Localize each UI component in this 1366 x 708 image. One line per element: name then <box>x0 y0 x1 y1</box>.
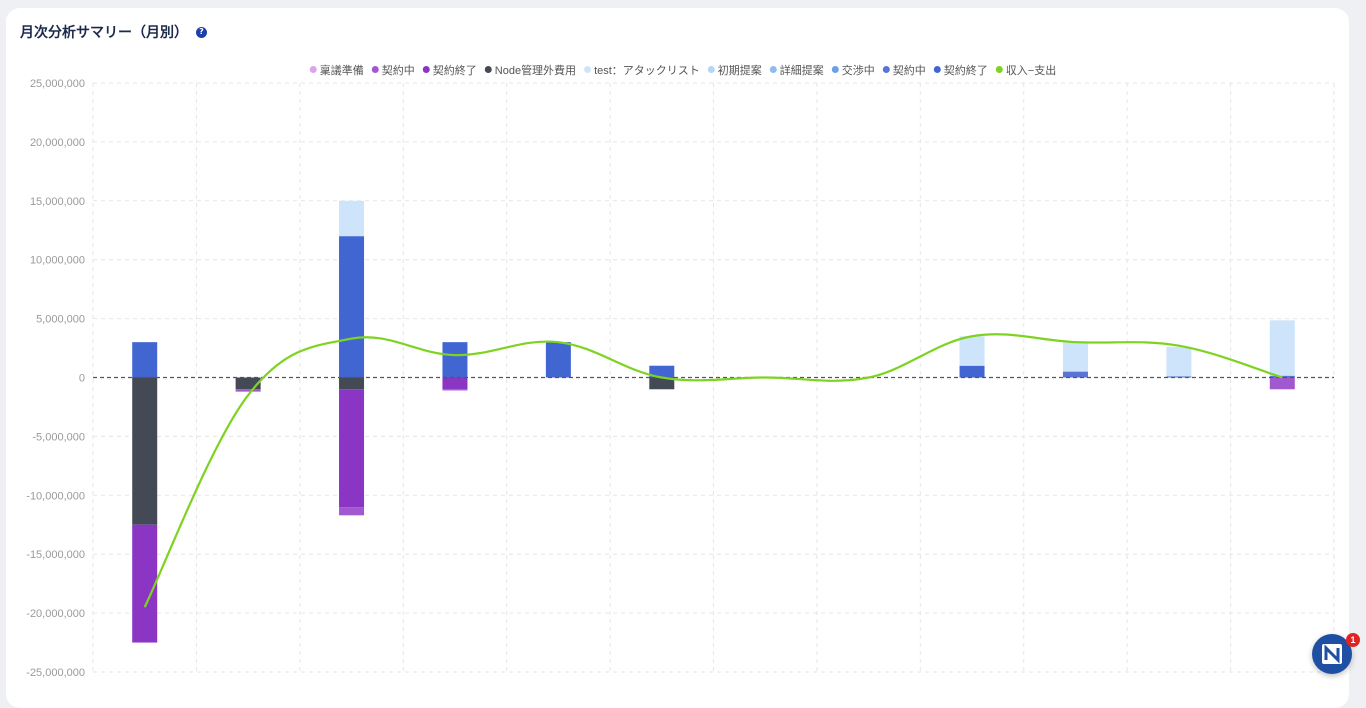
y-tick-label: -5,000,000 <box>32 431 85 443</box>
bar-segment <box>1166 346 1192 377</box>
y-tick-label: 25,000,000 <box>30 78 85 90</box>
y-tick-label: 20,000,000 <box>30 137 85 149</box>
bar-segment <box>545 342 571 378</box>
bar-segment <box>132 377 158 525</box>
y-tick-label: -25,000,000 <box>26 667 85 679</box>
legend-marker <box>831 66 839 73</box>
legend-marker <box>995 66 1003 73</box>
y-tick-label: -15,000,000 <box>26 549 85 561</box>
y-tick-label: -20,000,000 <box>26 608 85 620</box>
legend-marker <box>371 66 379 73</box>
bar-segment <box>339 200 365 237</box>
legend-marker <box>769 66 777 73</box>
legend-marker <box>707 66 715 73</box>
notification-badge: 1 <box>1346 633 1360 647</box>
legend-label: 収入−支出 <box>1006 63 1056 77</box>
legend-label: 契約終了 <box>433 63 477 77</box>
bar-segment <box>339 507 365 516</box>
notification-app-icon <box>1322 644 1342 664</box>
bar-segment <box>959 365 985 378</box>
legend-label: 契約中 <box>382 63 415 77</box>
legend-marker <box>309 66 317 73</box>
y-tick-label: 10,000,000 <box>30 255 85 267</box>
y-tick-label: 5,000,000 <box>36 314 85 326</box>
legend-label: Node管理外費用 <box>495 63 576 77</box>
legend-label: 契約中 <box>893 63 926 77</box>
legend-marker <box>882 66 890 73</box>
bar-segment <box>132 342 158 378</box>
legend-label: 稟議準備 <box>320 63 364 77</box>
legend-label: 詳細提案 <box>780 63 824 77</box>
bar-segment <box>442 389 468 391</box>
legend-marker <box>584 66 592 73</box>
bar-segment <box>1269 334 1295 376</box>
bar-segment <box>1269 377 1295 390</box>
bar-segment <box>132 524 158 643</box>
legend-marker <box>422 66 430 73</box>
bar-segment <box>442 342 468 378</box>
monthly-summary-chart: 25,000,000 20,000,000 15,000,000 10,000,000… <box>26 63 1335 679</box>
y-tick-label: 0 <box>79 373 85 385</box>
bar-segment <box>235 389 261 392</box>
y-tick-label: -10,000,000 <box>26 490 85 502</box>
bar-segment <box>339 236 365 378</box>
legend-label: 交渉中 <box>842 63 875 77</box>
legend-label: test：アタックリスト <box>594 64 700 77</box>
bar-segment <box>959 336 985 366</box>
bar-segment <box>1062 342 1088 372</box>
bar-segment <box>339 377 365 390</box>
legend-marker <box>484 66 492 73</box>
legend-label: 初期提案 <box>718 63 762 77</box>
legend-marker <box>933 66 941 73</box>
legend-label: 契約終了 <box>944 63 988 77</box>
bar-segment <box>1062 371 1088 378</box>
bar-segment <box>442 377 468 390</box>
bar-segment <box>1269 320 1295 335</box>
bar-segment <box>339 389 365 508</box>
y-tick-label: 15,000,000 <box>30 196 85 208</box>
